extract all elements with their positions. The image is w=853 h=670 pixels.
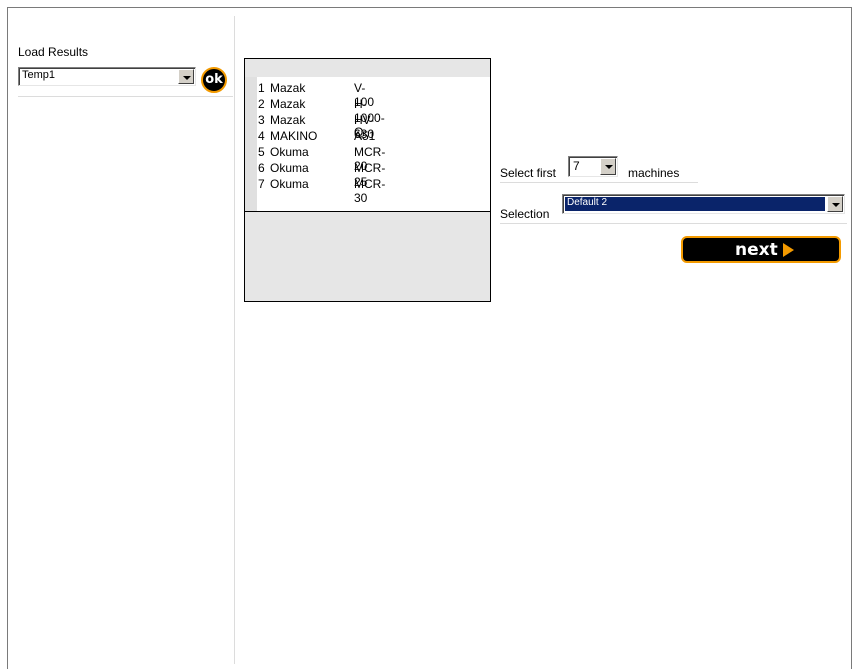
machine-number: 5 (258, 145, 265, 159)
load-results-dropdown[interactable]: Temp1 (18, 67, 196, 86)
divider (500, 223, 847, 224)
selection-value: Default 2 (567, 197, 608, 208)
chevron-down-icon[interactable] (827, 196, 843, 212)
load-results-label: Load Results (18, 45, 89, 59)
machine-number: 1 (258, 81, 265, 95)
machine-number: 2 (258, 97, 265, 111)
selection-dropdown[interactable]: Default 2 (562, 194, 845, 214)
machine-make: Okuma (270, 177, 309, 191)
machine-make: Mazak (270, 81, 306, 95)
next-button[interactable]: next (681, 236, 841, 263)
select-first-label: Select first (500, 166, 557, 180)
machine-count-dropdown[interactable]: 7 (568, 156, 618, 177)
machine-make: Okuma (270, 161, 309, 175)
divider (500, 182, 698, 183)
machine-make: Mazak (270, 113, 306, 127)
machine-number: 7 (258, 177, 265, 191)
machine-list: 1 Mazak V-100 2 Mazak H-1000-Q 3 Mazak HV-630 4 MA… (244, 58, 491, 302)
machine-make: Okuma (270, 145, 309, 159)
divider (18, 96, 233, 97)
machine-number: 6 (258, 161, 265, 175)
machines-label: machines (628, 166, 680, 180)
machine-model: MCR-30 (354, 177, 386, 205)
machine-number: 3 (258, 113, 265, 127)
machine-count-value: 7 (573, 159, 580, 173)
chevron-down-icon[interactable] (178, 69, 194, 84)
list-gutter (245, 77, 257, 211)
selection-label: Selection (500, 207, 550, 221)
machine-list-area[interactable]: 1 Mazak V-100 2 Mazak H-1000-Q 3 Mazak HV-630 4 MA… (245, 77, 490, 212)
panel-divider (234, 16, 235, 664)
machine-model: A51 (354, 129, 376, 143)
play-triangle-icon (783, 243, 794, 257)
next-button-label: next (735, 240, 778, 260)
ok-button[interactable]: ok (201, 67, 227, 93)
machine-number: 4 (258, 129, 265, 143)
chevron-down-icon[interactable] (600, 158, 616, 175)
load-results-value: Temp1 (22, 69, 56, 81)
machine-make: Mazak (270, 97, 306, 111)
machine-make: MAKINO (270, 129, 318, 143)
